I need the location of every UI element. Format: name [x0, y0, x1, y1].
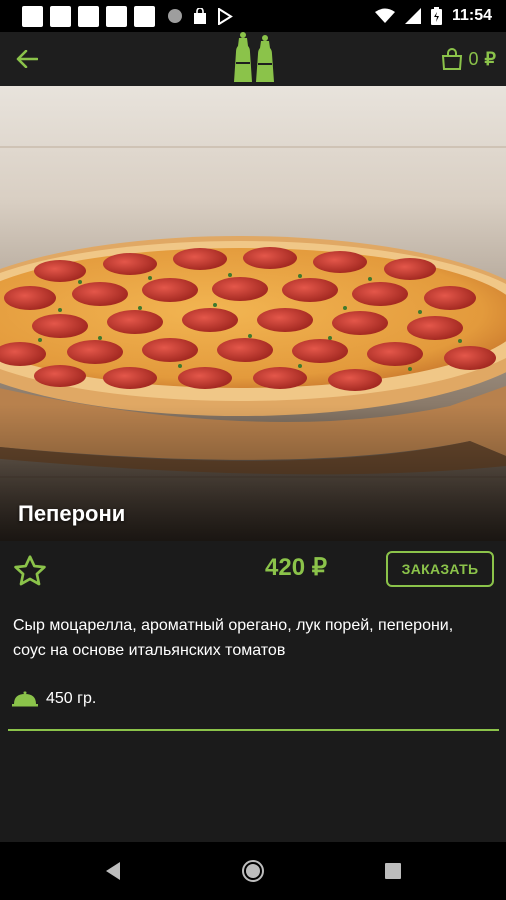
- bag-icon: [194, 7, 206, 24]
- weight-row: 450 гр.: [12, 690, 96, 708]
- star-outline-icon: [14, 555, 46, 586]
- wifi-icon: [374, 8, 395, 23]
- product-weight: 450 гр.: [46, 690, 97, 707]
- cart-count: 0: [468, 48, 479, 69]
- back-button[interactable]: [6, 38, 48, 80]
- navigation-bar: [0, 842, 506, 900]
- divider: [8, 729, 499, 731]
- notification-icon: [50, 5, 71, 27]
- app-bar: 0 ₽: [0, 32, 506, 86]
- play-store-icon: [218, 7, 233, 25]
- order-button[interactable]: ЗАКАЗАТЬ: [386, 551, 494, 587]
- price-row: 420 ₽ ЗАКАЗАТЬ: [0, 541, 506, 601]
- nav-home-icon[interactable]: [241, 859, 265, 883]
- arrow-left-icon: [16, 50, 38, 68]
- pepper-mill-logo: [234, 32, 274, 82]
- shopping-bag-icon: [441, 48, 462, 70]
- notification-icon: [134, 5, 155, 27]
- nav-recent-icon[interactable]: [385, 863, 401, 879]
- notification-icons: [22, 5, 155, 27]
- status-bar: 11:54: [0, 0, 506, 32]
- circle-icon: [168, 9, 182, 23]
- notification-icon: [22, 5, 43, 27]
- cart-currency: ₽: [484, 48, 496, 69]
- product-price: 420 ₽: [265, 554, 327, 581]
- nav-back-icon[interactable]: [104, 861, 122, 881]
- dish-cover-icon: [12, 691, 38, 707]
- battery-icon: [430, 7, 442, 25]
- product-image: Пеперони: [0, 86, 506, 541]
- favorite-button[interactable]: [10, 551, 50, 591]
- notification-icon: [78, 5, 99, 27]
- notification-icon: [106, 5, 127, 27]
- signal-icon: [404, 8, 421, 24]
- product-title: Пеперони: [18, 501, 126, 526]
- status-clock: 11:54: [451, 7, 492, 24]
- cart-button[interactable]: 0 ₽: [441, 40, 496, 78]
- product-description: Сыр моцарелла, ароматный орегано, лук по…: [13, 617, 454, 659]
